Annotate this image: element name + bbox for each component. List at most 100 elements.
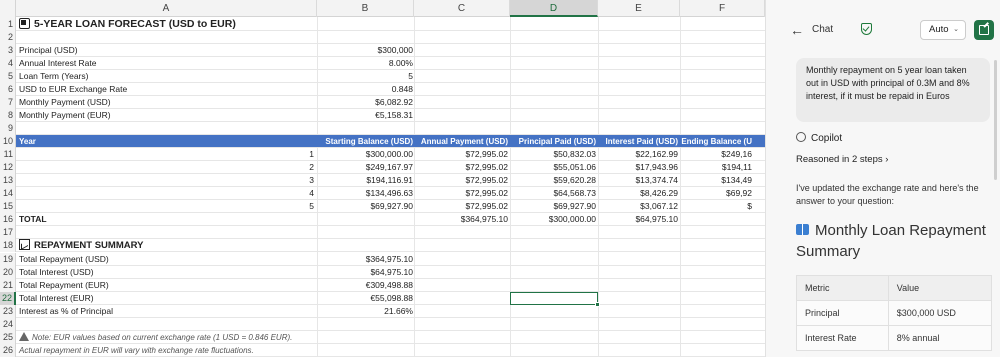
table-cell[interactable]: $364,975.10 bbox=[414, 213, 508, 226]
year-cell[interactable]: 1 bbox=[216, 148, 314, 161]
row-header[interactable]: 2 bbox=[0, 31, 16, 45]
row-header[interactable]: 4 bbox=[0, 57, 16, 71]
table-cell[interactable]: $249,16 bbox=[680, 148, 752, 161]
table-cell[interactable]: Interest Paid (USD) bbox=[598, 135, 678, 148]
selected-cell[interactable] bbox=[510, 291, 598, 305]
row-header[interactable]: 13 bbox=[0, 174, 16, 188]
row-header[interactable]: 3 bbox=[0, 44, 16, 58]
row-header[interactable]: 16 bbox=[0, 213, 16, 227]
table-cell[interactable]: $72,995.02 bbox=[414, 148, 508, 161]
label-cell[interactable]: Total Interest (USD) bbox=[19, 266, 94, 279]
row-header[interactable]: 17 bbox=[0, 226, 16, 240]
year-cell[interactable]: 3 bbox=[216, 174, 314, 187]
table-cell[interactable]: Starting Balance (USD) bbox=[317, 135, 413, 148]
row-header[interactable]: 5 bbox=[0, 70, 16, 84]
row-header[interactable]: 19 bbox=[0, 252, 16, 266]
table-cell[interactable]: $8,426.29 bbox=[598, 187, 678, 200]
column-header-f[interactable]: F bbox=[680, 0, 765, 17]
table-cell[interactable]: $13,374.74 bbox=[598, 174, 678, 187]
new-chat-button[interactable] bbox=[974, 20, 994, 40]
table-cell[interactable]: $364,975.10 bbox=[317, 253, 413, 266]
row-header[interactable]: 8 bbox=[0, 109, 16, 123]
row-header[interactable]: 1 bbox=[0, 17, 16, 31]
label-cell[interactable]: Monthly Payment (EUR) bbox=[19, 109, 111, 122]
row-header[interactable]: 10 bbox=[0, 135, 16, 149]
label-cell[interactable]: Total Repayment (EUR) bbox=[19, 279, 109, 292]
row-header[interactable]: 6 bbox=[0, 83, 16, 97]
table-cell[interactable]: $ bbox=[680, 200, 752, 213]
table-cell[interactable]: $249,167.97 bbox=[317, 161, 413, 174]
table-cell[interactable]: $69,927.90 bbox=[510, 200, 596, 213]
table-cell[interactable]: $72,995.02 bbox=[414, 174, 508, 187]
summary-heading[interactable]: REPAYMENT SUMMARY bbox=[19, 239, 143, 252]
label-cell[interactable]: Interest as % of Principal bbox=[19, 305, 113, 318]
table-cell[interactable]: $64,568.73 bbox=[510, 187, 596, 200]
year-cell[interactable]: 4 bbox=[216, 187, 314, 200]
table-cell[interactable]: $22,162.99 bbox=[598, 148, 678, 161]
mode-dropdown[interactable]: Auto ⌄ bbox=[920, 20, 966, 40]
label-cell[interactable]: Monthly Payment (USD) bbox=[19, 96, 111, 109]
table-cell[interactable]: $59,620.28 bbox=[510, 174, 596, 187]
back-arrow-icon[interactable]: ← bbox=[790, 22, 804, 38]
spreadsheet-grid[interactable]: A B C D E F 1 5-YEAR LOAN FORECAST (USD … bbox=[0, 0, 765, 357]
table-cell[interactable]: $72,995.02 bbox=[414, 187, 508, 200]
table-cell[interactable]: $134,496.63 bbox=[317, 187, 413, 200]
table-cell[interactable]: $17,943.96 bbox=[598, 161, 678, 174]
row-header[interactable]: 26 bbox=[0, 343, 16, 357]
sheet-title[interactable]: 5-YEAR LOAN FORECAST (USD to EUR) bbox=[19, 17, 236, 31]
table-cell[interactable]: Principal Paid (USD) bbox=[510, 135, 596, 148]
row-header[interactable]: 25 bbox=[0, 330, 16, 344]
label-cell[interactable]: USD to EUR Exchange Rate bbox=[19, 83, 127, 96]
table-cell[interactable]: $64,975.10 bbox=[598, 213, 678, 226]
label-cell[interactable]: Total Repayment (USD) bbox=[19, 253, 109, 266]
year-cell[interactable]: 5 bbox=[216, 200, 314, 213]
table-cell[interactable]: $55,051.06 bbox=[510, 161, 596, 174]
table-cell[interactable]: $134,49 bbox=[680, 174, 752, 187]
row-header[interactable]: 21 bbox=[0, 278, 16, 292]
column-header-b[interactable]: B bbox=[317, 0, 414, 17]
table-cell[interactable]: €55,098.88 bbox=[317, 292, 413, 305]
label-cell[interactable]: Loan Term (Years) bbox=[19, 70, 88, 83]
row-header[interactable]: 14 bbox=[0, 187, 16, 201]
table-cell[interactable]: 0.848 bbox=[317, 83, 413, 96]
table-cell[interactable]: $194,116.91 bbox=[317, 174, 413, 187]
column-header-d[interactable]: D bbox=[510, 0, 598, 17]
table-cell[interactable]: Annual Payment (USD) bbox=[414, 135, 508, 148]
label-cell[interactable]: Total Interest (EUR) bbox=[19, 292, 94, 305]
select-all-corner[interactable] bbox=[0, 0, 16, 17]
column-header-e[interactable]: E bbox=[598, 0, 680, 17]
label-cell[interactable]: Year bbox=[19, 135, 36, 148]
table-cell[interactable]: $300,000.00 bbox=[317, 148, 413, 161]
row-header[interactable]: 20 bbox=[0, 265, 16, 279]
label-cell[interactable]: Annual Interest Rate bbox=[19, 57, 97, 70]
column-header-a[interactable]: A bbox=[16, 0, 317, 17]
row-header[interactable]: 24 bbox=[0, 317, 16, 331]
table-cell[interactable]: $300,000 bbox=[317, 44, 413, 57]
table-cell[interactable]: $194,11 bbox=[680, 161, 752, 174]
year-cell[interactable]: 2 bbox=[216, 161, 314, 174]
table-cell[interactable]: $6,082.92 bbox=[317, 96, 413, 109]
panel-scrollbar[interactable] bbox=[994, 60, 997, 180]
table-cell[interactable]: $72,995.02 bbox=[414, 200, 508, 213]
row-header[interactable]: 22 bbox=[0, 291, 16, 305]
table-cell[interactable]: 8.00% bbox=[317, 57, 413, 70]
note-text[interactable]: Actual repayment in EUR will vary with e… bbox=[19, 344, 254, 357]
row-header[interactable]: 15 bbox=[0, 200, 16, 214]
table-cell[interactable]: €5,158.31 bbox=[317, 109, 413, 122]
table-cell[interactable]: $300,000.00 bbox=[510, 213, 596, 226]
row-header[interactable]: 11 bbox=[0, 148, 16, 162]
table-cell[interactable]: $69,927.90 bbox=[317, 200, 413, 213]
table-cell[interactable]: $69,92 bbox=[680, 187, 752, 200]
table-cell[interactable]: Ending Balance (U bbox=[680, 135, 752, 148]
row-header[interactable]: 23 bbox=[0, 304, 16, 318]
note-text[interactable]: Note: EUR values based on current exchan… bbox=[19, 331, 292, 344]
table-cell[interactable]: 21.66% bbox=[317, 305, 413, 318]
table-cell[interactable]: $64,975.10 bbox=[317, 266, 413, 279]
table-cell[interactable]: 5 bbox=[317, 70, 413, 83]
row-header[interactable]: 7 bbox=[0, 96, 16, 110]
label-cell[interactable]: TOTAL bbox=[19, 213, 47, 226]
table-cell[interactable]: $50,832.03 bbox=[510, 148, 596, 161]
table-cell[interactable]: $3,067.12 bbox=[598, 200, 678, 213]
row-header[interactable]: 18 bbox=[0, 239, 16, 253]
reasoned-toggle[interactable]: Reasoned in 2 steps › bbox=[796, 154, 888, 165]
